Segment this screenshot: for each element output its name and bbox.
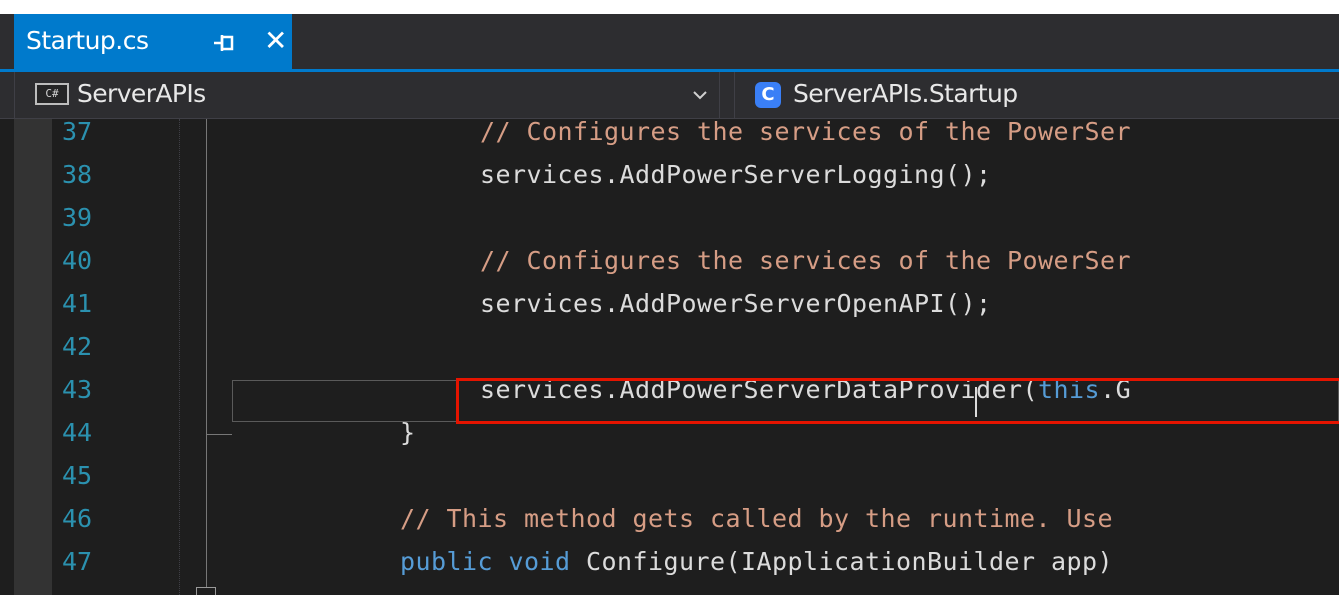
line-number: 46	[62, 504, 93, 533]
code-line[interactable]: 47 public void Configure(IApplicationBuil…	[0, 540, 1339, 583]
code-comment: // Configures the services of the PowerS…	[480, 246, 1132, 275]
code-area[interactable]: 37 // Configures the services of the Powe…	[0, 117, 1339, 595]
line-number: 37	[62, 117, 93, 146]
line-number: 40	[62, 246, 93, 275]
line-number: 44	[62, 418, 93, 447]
code-keyword: public void	[400, 547, 571, 576]
annotation-highlight-box	[456, 378, 1339, 424]
code-statement: }	[400, 418, 416, 447]
line-number: 47	[62, 547, 93, 576]
class-icon: C	[755, 82, 781, 108]
csharp-project-icon: C#	[35, 83, 69, 105]
line-number: 43	[62, 375, 93, 404]
line-number: 39	[62, 203, 93, 232]
code-line[interactable]: 37 // Configures the services of the Powe…	[0, 110, 1339, 153]
line-number: 42	[62, 332, 93, 361]
code-line[interactable]: 46 // This method gets called by the runt…	[0, 497, 1339, 540]
code-line[interactable]: 38 services.AddPowerServerLogging();	[0, 153, 1339, 196]
code-token: Configure(IApplicationBuilder app)	[570, 547, 1114, 576]
code-statement: public void Configure(IApplicationBuilde…	[400, 540, 1113, 583]
text-caret	[975, 387, 977, 417]
class-label: ServerAPIs.Startup	[793, 79, 1018, 108]
tab-title: Startup.cs	[26, 26, 149, 55]
code-comment: // Configures the services of the PowerS…	[480, 117, 1132, 146]
code-line[interactable]: 40 // Configures the services of the Powe…	[0, 239, 1339, 282]
line-number: 45	[62, 461, 93, 490]
collapse-toggle[interactable]	[196, 587, 216, 595]
chevron-down-icon[interactable]	[691, 86, 709, 104]
project-label: ServerAPIs	[77, 79, 206, 108]
code-editor-window: Startup.cs ✕ C# ServerAPIs C ServerAPIs.…	[0, 14, 1339, 595]
code-line[interactable]: 45	[0, 454, 1339, 497]
code-comment: // This method gets called by the runtim…	[400, 504, 1114, 533]
code-line[interactable]: 39	[0, 196, 1339, 239]
code-statement: services.AddPowerServerOpenAPI();	[480, 289, 992, 318]
close-icon[interactable]: ✕	[264, 27, 288, 55]
tab-startup-cs[interactable]: Startup.cs ✕	[14, 14, 292, 72]
code-line[interactable]: 42	[0, 325, 1339, 368]
code-statement: services.AddPowerServerLogging();	[480, 160, 992, 189]
tab-strip: Startup.cs ✕	[0, 14, 1339, 72]
pin-icon[interactable]	[212, 32, 236, 54]
code-line[interactable]: 41 services.AddPowerServerOpenAPI();	[0, 282, 1339, 325]
line-number: 41	[62, 289, 93, 318]
line-number: 38	[62, 160, 93, 189]
